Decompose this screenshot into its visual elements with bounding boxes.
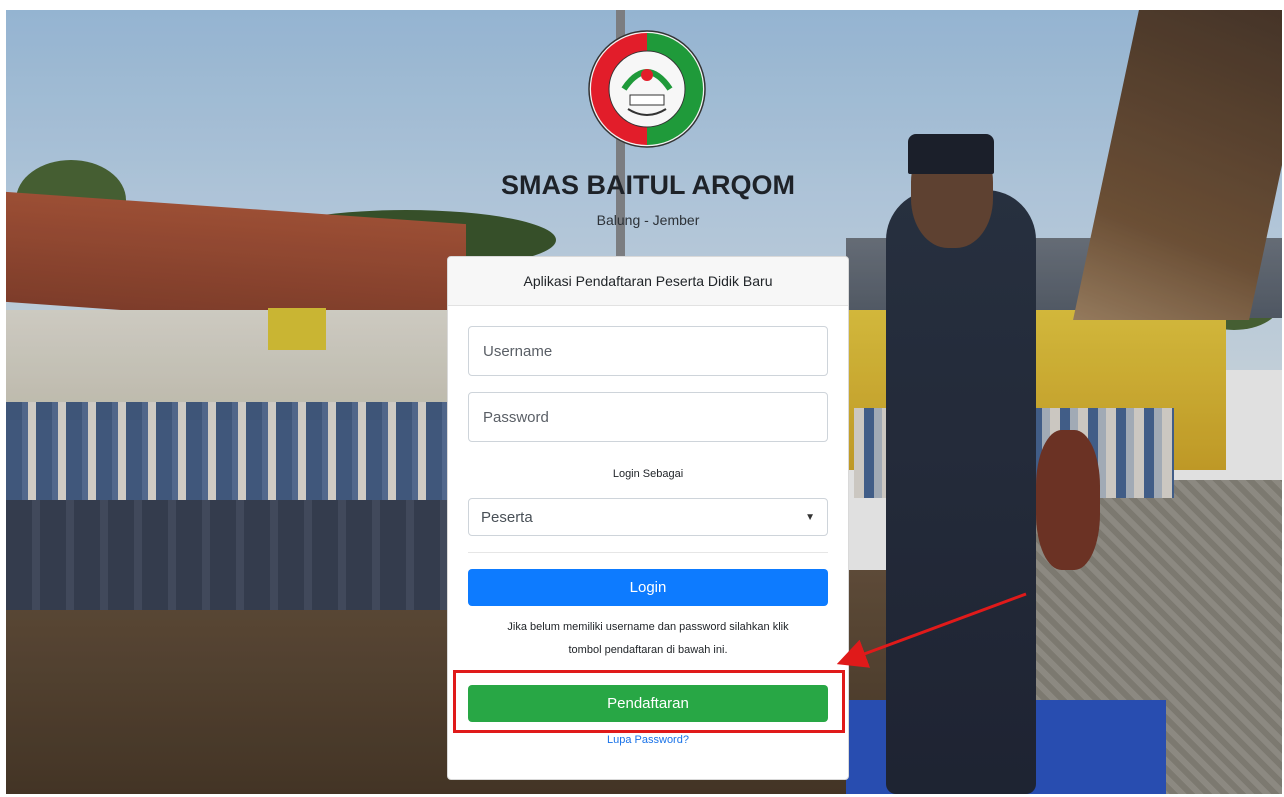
- help-text-line2: tombol pendaftaran di bawah ini.: [568, 644, 728, 656]
- help-text-line1: Jika belum memiliki username dan passwor…: [507, 621, 789, 633]
- login-as-label: Login Sebagai: [612, 468, 684, 480]
- divider: [468, 552, 828, 553]
- chevron-down-icon: ▼: [805, 511, 815, 523]
- role-select-value: Peserta: [481, 508, 533, 526]
- password-input[interactable]: [468, 392, 828, 442]
- school-name: SMAS BAITUL ARQOM: [501, 170, 795, 200]
- username-input[interactable]: [468, 326, 828, 376]
- register-help-text: Jika belum memiliki username dan passwor…: [468, 616, 828, 662]
- forgot-password-link[interactable]: Lupa Password?: [468, 734, 828, 746]
- login-page: SMAS BAITUL ARQOM Balung - Jember Aplika…: [6, 10, 1282, 794]
- school-location: Balung - Jember: [596, 212, 700, 228]
- role-select[interactable]: Peserta ▼: [468, 498, 828, 536]
- school-logo: [584, 25, 710, 153]
- login-button[interactable]: Login: [468, 569, 828, 606]
- register-highlight-box: [453, 670, 845, 733]
- card-title: Aplikasi Pendaftaran Peserta Didik Baru: [448, 257, 848, 306]
